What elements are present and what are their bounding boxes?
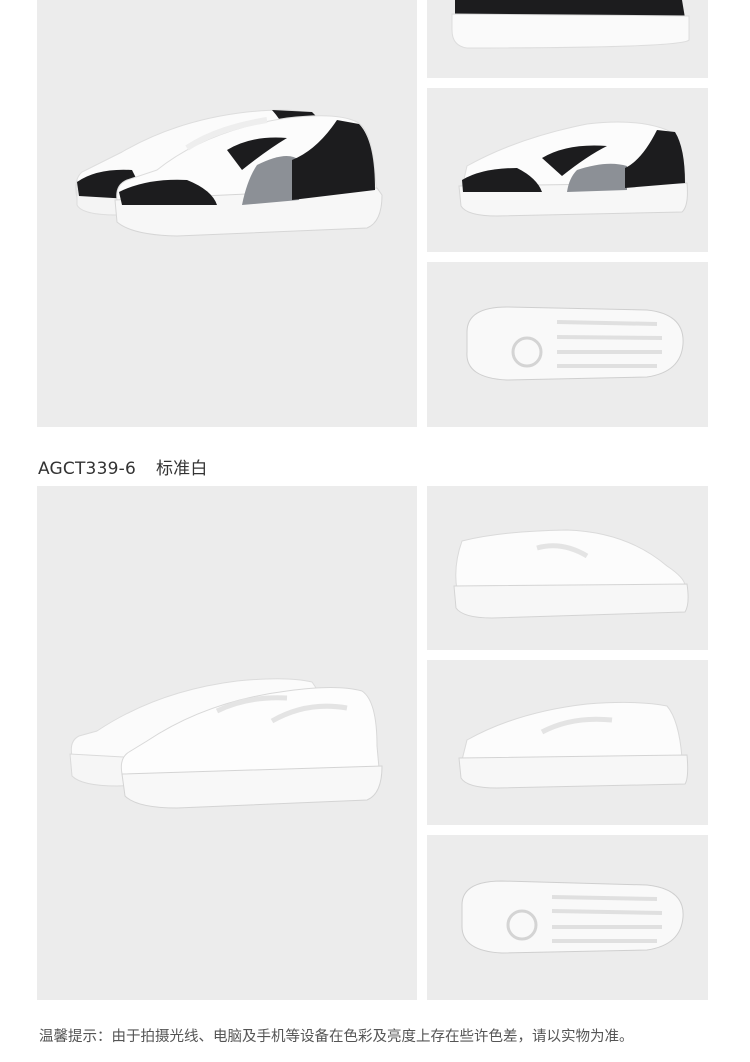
color-difference-notice: 温馨提示：由于拍摄光线、电脑及手机等设备在色彩及亮度上存在些许色差，请以实物为准…	[39, 1029, 634, 1045]
variant-code: AGCT339-6	[38, 459, 136, 479]
photo-black-white-side	[427, 88, 708, 252]
photo-white-sole	[427, 835, 708, 1000]
photo-white-side-1	[427, 486, 708, 650]
photo-black-white-heel	[427, 0, 708, 78]
photo-black-white-pair	[37, 0, 417, 427]
photo-white-pair	[37, 486, 417, 1000]
photo-black-white-sole	[427, 262, 708, 427]
variant-label: AGCT339-6 标准白	[38, 454, 208, 479]
variant-color-name: 标准白	[155, 459, 208, 479]
photo-white-side-2	[427, 660, 708, 825]
